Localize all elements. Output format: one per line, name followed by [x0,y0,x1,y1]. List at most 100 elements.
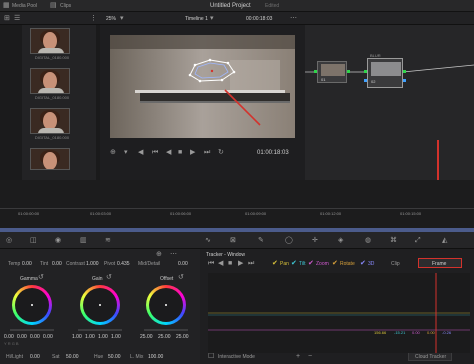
timeline-dropdown-icon[interactable]: ▾ [210,15,214,22]
tilt-check-icon[interactable]: ✔ [291,260,297,267]
list-view-icon[interactable]: ☰ [14,15,20,22]
gain-value[interactable]: 1.00 [111,334,121,340]
gamma-wheel-center[interactable] [31,304,33,306]
offset-value[interactable]: 25.00 [158,334,171,340]
sat-value[interactable]: 50.00 [66,354,79,360]
key-icon[interactable]: ⌘ [390,237,397,244]
gain-wheel-center[interactable] [99,304,101,306]
lum-mix-value[interactable]: 100.00 [148,354,163,360]
pan-check-icon[interactable]: ✔ [272,260,278,267]
rgb-mixer-icon[interactable]: ▥ [80,237,87,244]
color-warper-icon[interactable]: ⊠ [230,237,236,244]
gain-value[interactable]: 1.00 [72,334,82,340]
gamma-value[interactable]: 0.00 [17,334,27,340]
reset-icon[interactable]: ⊕ [156,251,162,258]
tracker-icon[interactable]: ✛ [312,237,318,244]
curves-icon[interactable]: ∿ [205,237,211,244]
clips-icon[interactable]: ▤ [50,2,57,9]
stop-icon[interactable]: ■ [178,149,182,156]
media-pool-label[interactable]: Media Pool [12,3,37,9]
rotate-check-icon[interactable]: ✔ [332,260,338,267]
primaries-panel: ⊕ ⋯ Temp 0.00 Tint 0.00 Contrast 1.000 P… [0,249,200,364]
offset-value[interactable]: 25.00 [140,334,153,340]
audio-icon[interactable]: ◀ [138,149,143,156]
node-editor[interactable]: 01 BLUR 02 [305,25,474,180]
gamma-value[interactable]: 0.00 [30,334,40,340]
temp-value[interactable]: 0.00 [22,261,32,267]
contrast-value[interactable]: 1.000 [86,261,99,267]
hue-value[interactable]: 50.00 [108,354,121,360]
media-pool-icon[interactable]: ▦ [3,2,10,9]
video-frame[interactable] [110,35,295,138]
skip-back-icon[interactable]: ⏮ [152,149,158,156]
reset-offset-icon[interactable]: ↺ [178,274,184,281]
middetail-value[interactable]: 0.00 [178,261,188,267]
rotate-toggle[interactable]: Rotate [340,261,355,267]
window-icon[interactable]: ◯ [285,237,293,244]
more-options-icon[interactable]: ⋯ [170,251,177,258]
clip-thumbnail[interactable] [30,68,70,94]
loop-icon[interactable]: ↻ [218,149,224,156]
pivot-value[interactable]: 0.435 [117,261,130,267]
offset-wheel-center[interactable] [165,304,167,306]
clip-mode-button[interactable]: Clip [391,261,400,267]
zoom-level[interactable]: 25% [106,16,116,22]
clip-thumbnail[interactable] [30,28,70,54]
track-step-forward-icon[interactable]: ⏭ [248,260,254,267]
sizing-icon[interactable]: ⤢ [415,237,421,244]
grid-view-icon[interactable]: ⊞ [4,15,10,22]
color-wheels-icon[interactable]: ◉ [55,237,61,244]
node-01[interactable]: 01 [317,61,347,83]
gamma-value[interactable]: 0.00 [43,334,53,340]
blur-icon[interactable]: ◍ [365,237,371,244]
zoom-toggle[interactable]: Zoom [316,261,329,267]
magic-mask-icon[interactable]: ◈ [338,237,343,244]
offset-master-slider[interactable] [144,329,188,331]
mini-timeline[interactable]: 01:00:00:00 01:00:03:00 01:00:06:00 01:0… [0,180,474,230]
remove-point-icon[interactable]: − [308,353,312,360]
gain-master-slider[interactable] [78,329,122,331]
gain-value[interactable]: 1.00 [98,334,108,340]
tint-value[interactable]: 0.00 [52,261,62,267]
track-reverse-icon[interactable]: ⏮ [208,260,214,267]
clips-label[interactable]: Clips [60,3,71,9]
track-forward-icon[interactable]: ▶ [238,260,243,267]
3d-toggle[interactable]: 3D [368,261,374,267]
gamma-master-slider[interactable] [10,329,54,331]
track-step-back-icon[interactable]: ◀ [218,260,223,267]
3d-icon[interactable]: ◭ [442,237,447,244]
add-point-icon[interactable]: + [296,353,300,360]
offset-value[interactable]: 25.00 [176,334,189,340]
qualifier-icon[interactable]: ✎ [258,237,264,244]
timeline-name[interactable]: Timeline 1 [185,16,208,22]
node-02[interactable]: BLUR 02 [367,53,403,88]
media-pool-bins[interactable] [0,25,22,180]
reset-gamma-icon[interactable]: ↺ [38,274,44,281]
viewer-options-icon[interactable]: ⋯ [290,15,297,22]
track-stop-icon[interactable]: ■ [228,260,232,267]
skip-forward-icon[interactable]: ⏭ [204,149,210,156]
hilight-value[interactable]: 0.00 [30,354,40,360]
viewer-mode-icon[interactable]: ⊕ [110,149,116,156]
clip-thumbnail[interactable] [30,108,70,134]
3d-check-icon[interactable]: ✔ [360,260,366,267]
sort-icon[interactable]: ⋮ [90,15,97,22]
reset-gain-icon[interactable]: ↺ [106,274,112,281]
power-window-shape[interactable] [110,35,295,138]
interactive-mode-checkbox[interactable]: ☐ [208,353,214,360]
gamma-value[interactable]: 0.00 [4,334,14,340]
clip-thumbnail[interactable] [30,148,70,170]
dropdown-icon[interactable]: ▾ [124,149,128,156]
tracker-graph[interactable]: 156.66 -15.21 0.00 0.00 -0.26 [208,273,470,353]
color-match-icon[interactable]: ◫ [30,237,37,244]
play-icon[interactable]: ▶ [190,149,195,156]
pan-toggle[interactable]: Pan [280,261,289,267]
motion-effects-icon[interactable]: ≋ [105,237,111,244]
tilt-toggle[interactable]: Tilt [299,261,305,267]
camera-raw-icon[interactable]: ◎ [6,237,12,244]
zoom-check-icon[interactable]: ✔ [308,260,314,267]
play-reverse-icon[interactable]: ◀ [166,149,171,156]
zoom-dropdown-icon[interactable]: ▾ [120,15,124,22]
gain-value[interactable]: 1.00 [85,334,95,340]
frame-mode-button[interactable]: Frame [418,258,462,268]
